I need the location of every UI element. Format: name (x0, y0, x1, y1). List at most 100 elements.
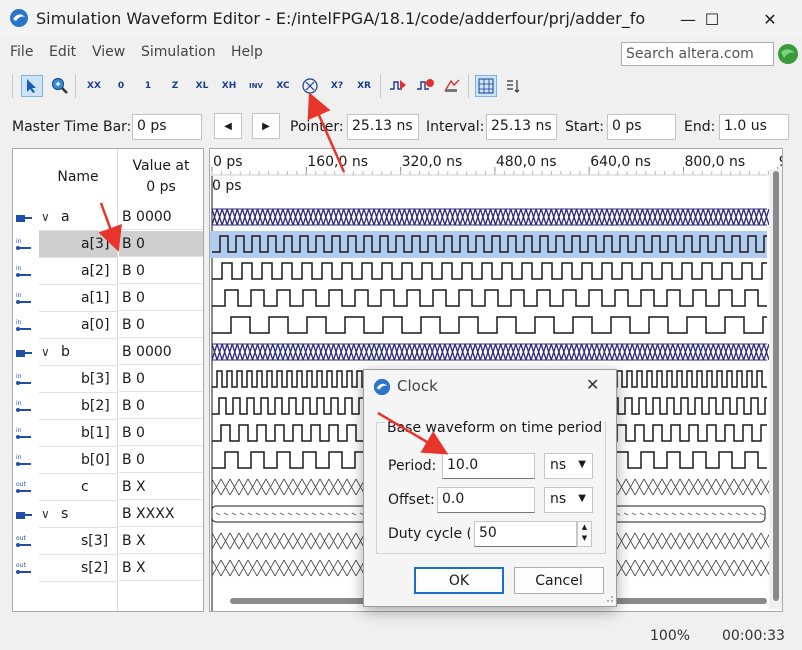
offset-unit-select[interactable]: ns ▼ (544, 487, 593, 513)
node-row[interactable]: in b[3] B 0 (13, 366, 203, 393)
menu-edit[interactable]: Edit (49, 44, 76, 60)
previous-transition-button[interactable]: ◀ (214, 113, 242, 139)
spin-down-icon[interactable]: ▼ (578, 533, 591, 544)
node-value: B 0 (119, 258, 203, 284)
forcing-high-icon[interactable]: 1 (137, 75, 159, 97)
toolbar-separator (380, 74, 381, 98)
node-name: b (61, 344, 70, 360)
node-list-panel: Name Value at 0 ps ∨ a B 0000 in a[3] B 0 in a[2… (12, 148, 204, 612)
ok-button[interactable]: OK (414, 567, 504, 594)
duty-cycle-spinner[interactable]: ▲ ▼ (577, 521, 592, 547)
period-input[interactable]: 10.0 (442, 453, 535, 479)
toolbar-separator (75, 74, 76, 98)
ruler-label: 960,0 ns (779, 154, 783, 170)
node-row[interactable]: in a[0] B 0 (13, 312, 203, 339)
node-name-cell[interactable]: a[1] (39, 285, 117, 312)
weak-high-icon[interactable]: XH (218, 75, 240, 97)
node-row[interactable]: ∨ b B 0000 (13, 339, 203, 366)
node-name-cell[interactable]: ∨ a (39, 204, 117, 231)
input-pin-icon: in (16, 454, 31, 466)
start-field: 0 ps (607, 114, 676, 140)
master-time-bar-label: Master Time Bar: (12, 119, 132, 135)
period-unit-value: ns (550, 457, 567, 473)
node-name-cell[interactable]: c (39, 474, 117, 501)
ruler-label: 160,0 ns (307, 154, 368, 170)
node-row[interactable]: in b[0] B 0 (13, 447, 203, 474)
node-name-cell[interactable]: s[2] (39, 555, 117, 582)
column-header-value[interactable]: Value at 0 ps (119, 149, 203, 204)
resize-grip-icon[interactable] (604, 595, 614, 605)
svg-text:in: in (16, 265, 22, 272)
column-header-name[interactable]: Name (39, 149, 117, 204)
node-row[interactable]: ∨ s B XXXX (13, 501, 203, 528)
cursor-time-label: 0 ps (212, 178, 242, 194)
forcing-unknown-icon[interactable]: XX (83, 75, 105, 97)
node-row[interactable]: out s[2] B X (13, 555, 203, 582)
search-globe-icon[interactable] (776, 42, 800, 66)
master-time-bar-field[interactable]: 0 ps (132, 114, 202, 140)
close-window-button[interactable]: ✕ (747, 4, 793, 34)
node-name-cell[interactable]: ∨ b (39, 339, 117, 366)
period-unit-select[interactable]: ns ▼ (544, 453, 593, 479)
weak-low-icon[interactable]: XL (191, 75, 213, 97)
expand-chevron-icon[interactable]: ∨ (41, 204, 50, 230)
random-value-icon[interactable]: XR (353, 75, 375, 97)
netlist-writer-icon[interactable] (441, 75, 463, 97)
node-value: B 0 (119, 312, 203, 338)
menu-view[interactable]: View (92, 44, 125, 60)
node-name: s[2] (81, 560, 109, 576)
node-row[interactable]: in a[3] B 0 (13, 231, 203, 258)
input-pin-icon: in (16, 265, 31, 277)
timing-simulation-icon[interactable] (414, 75, 436, 97)
forcing-low-icon[interactable]: 0 (110, 75, 132, 97)
maximize-button[interactable]: ☐ (689, 4, 735, 34)
count-value-icon[interactable]: XC (272, 75, 294, 97)
high-impedance-icon[interactable]: Z (164, 75, 186, 97)
offset-input[interactable]: 0.0 (437, 487, 535, 513)
node-name-cell[interactable]: b[1] (39, 420, 117, 447)
dialog-close-button[interactable]: ✕ (586, 375, 599, 394)
node-value: B 0000 (119, 204, 203, 230)
vertical-scroll-thumb (773, 171, 779, 601)
node-name-cell[interactable]: s[3] (39, 528, 117, 555)
pointer-label: Pointer: (290, 119, 344, 135)
node-row[interactable]: in b[1] B 0 (13, 420, 203, 447)
duty-cycle-input[interactable]: 50 (474, 521, 577, 547)
node-name-cell[interactable]: b[2] (39, 393, 117, 420)
node-row[interactable]: in a[1] B 0 (13, 285, 203, 312)
node-row[interactable]: in b[2] B 0 (13, 393, 203, 420)
node-name-cell[interactable]: a[3] (39, 231, 117, 258)
invert-icon[interactable]: INV (245, 75, 267, 97)
functional-simulation-icon[interactable] (387, 75, 409, 97)
input-pin-icon: in (16, 292, 31, 304)
snap-to-grid-icon[interactable] (475, 75, 497, 97)
node-row[interactable]: ∨ a B 0000 (13, 204, 203, 231)
cancel-button[interactable]: Cancel (514, 567, 604, 594)
expand-chevron-icon[interactable]: ∨ (41, 339, 50, 365)
node-name: c (81, 479, 89, 495)
node-value: B X (119, 474, 203, 500)
next-transition-button[interactable]: ▶ (252, 113, 280, 139)
node-row[interactable]: out c B X (13, 474, 203, 501)
node-name-cell[interactable]: b[0] (39, 447, 117, 474)
expand-chevron-icon[interactable]: ∨ (41, 501, 50, 527)
node-name-cell[interactable]: a[2] (39, 258, 117, 285)
overwrite-clock-icon[interactable] (299, 75, 321, 97)
arbitrary-value-icon[interactable]: X? (326, 75, 348, 97)
spin-up-icon[interactable]: ▲ (578, 522, 591, 533)
node-row[interactable]: in a[2] B 0 (13, 258, 203, 285)
zoom-tool-icon[interactable] (49, 75, 71, 97)
menu-simulation[interactable]: Simulation (141, 44, 216, 60)
node-name-cell[interactable]: b[3] (39, 366, 117, 393)
selection-tool-icon[interactable] (21, 75, 43, 97)
toolbar-separator (468, 74, 469, 98)
node-name-cell[interactable]: a[0] (39, 312, 117, 339)
svg-text:in: in (16, 373, 22, 380)
search-input[interactable]: Search altera.com (621, 42, 774, 66)
menu-file[interactable]: File (10, 44, 33, 60)
node-row[interactable]: out s[3] B X (13, 528, 203, 555)
node-name: a[1] (81, 290, 110, 306)
node-name-cell[interactable]: ∨ s (39, 501, 117, 528)
menu-help[interactable]: Help (231, 44, 263, 60)
sort-icon[interactable] (502, 75, 524, 97)
